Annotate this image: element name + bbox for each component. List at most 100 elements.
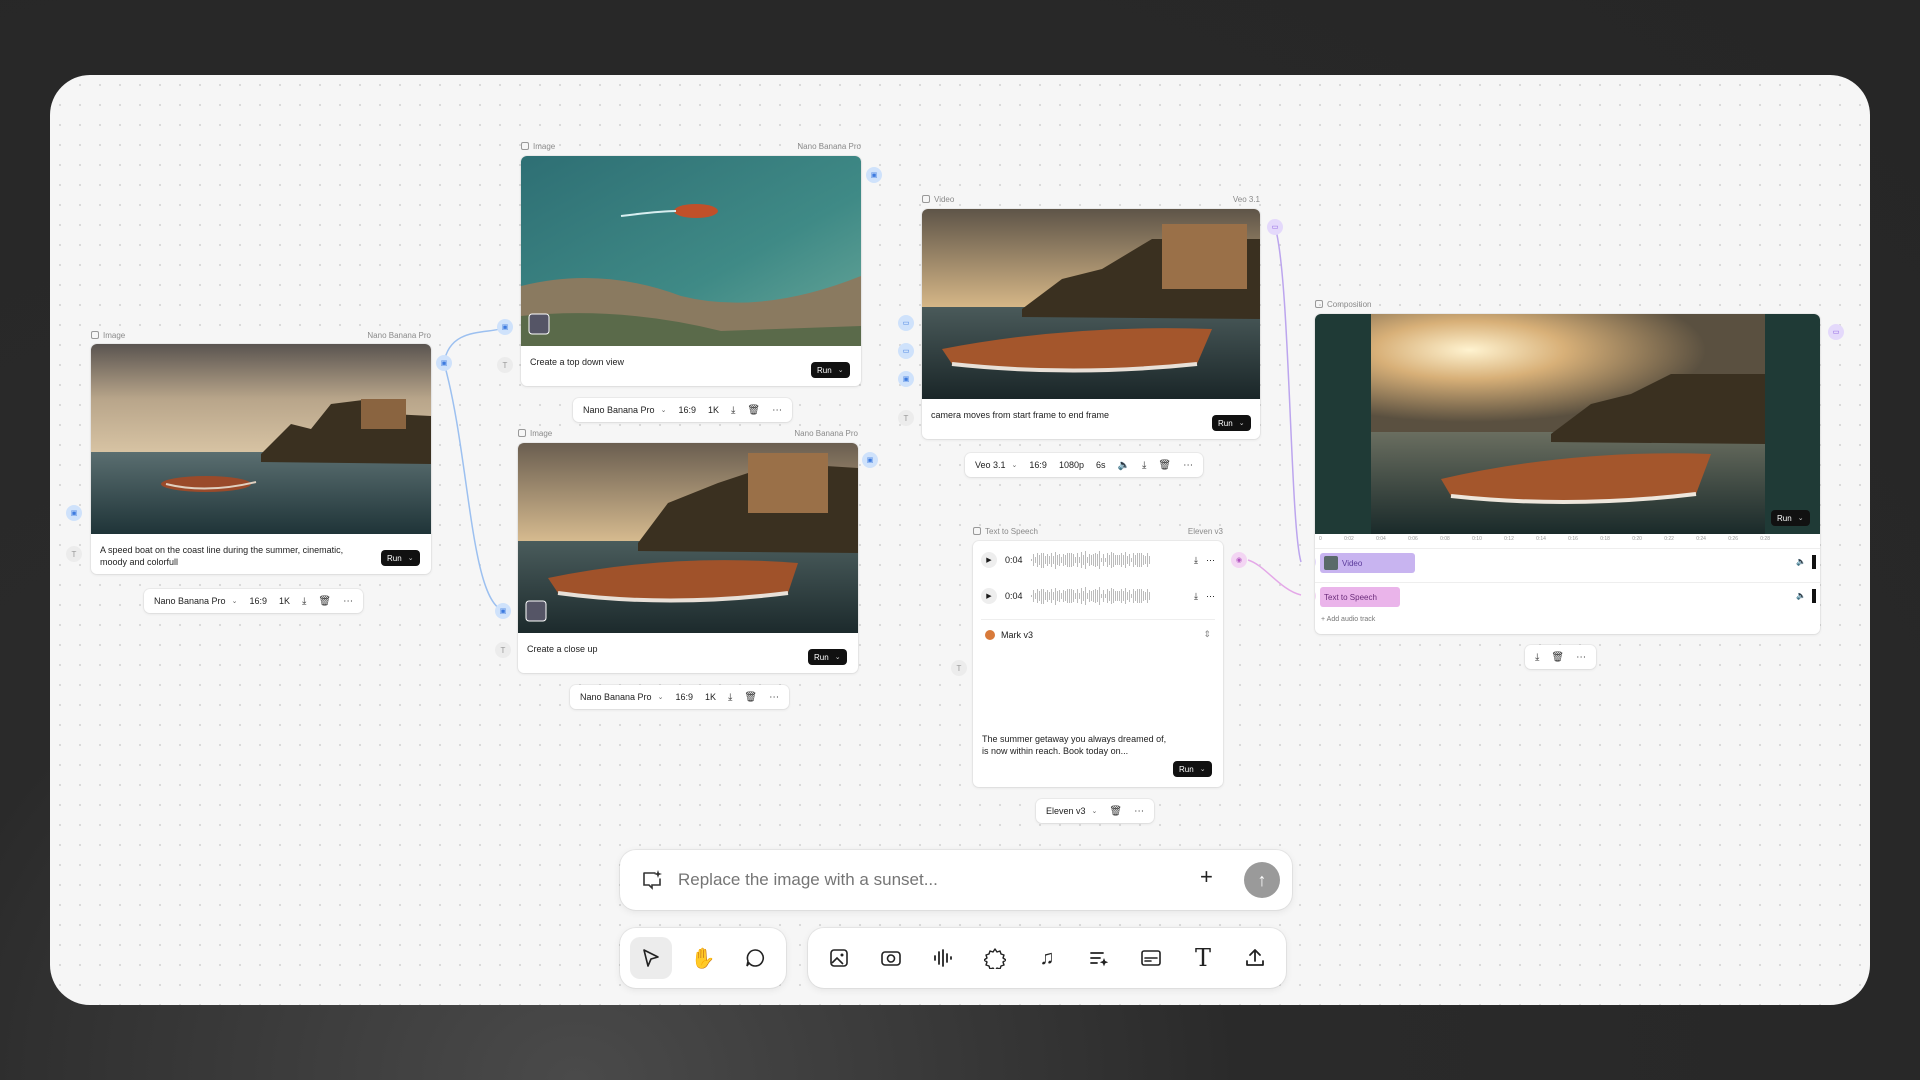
download-icon[interactable]: ⤓ xyxy=(1535,652,1539,663)
image1-output-handle[interactable]: ▣ xyxy=(436,355,452,371)
track-video[interactable]: ▭ Video 🔈 xyxy=(1315,548,1820,574)
ratio-select[interactable]: 16:9 xyxy=(249,596,267,606)
video-output-handle[interactable]: ▭ xyxy=(1267,219,1283,235)
timeline-ruler[interactable]: 0 0:02 0:04 0:06 0:08 0:10 0:12 0:14 0:16 0:18 0:2… xyxy=(1319,536,1770,546)
audio-clip-row[interactable]: ▶ 0:04 ⤓ ⋯ xyxy=(981,549,1215,571)
more-icon[interactable]: ⋯ xyxy=(1206,555,1215,566)
text-node-icon[interactable]: T xyxy=(951,660,967,676)
audio-clip-row[interactable]: ▶ 0:04 ⤓ ⋯ xyxy=(981,585,1215,607)
text-T-icon[interactable]: T xyxy=(1182,937,1224,979)
composition-run-button[interactable]: Run ⌄ xyxy=(1771,510,1810,526)
image1-prompt[interactable]: A speed boat on the coast line during th… xyxy=(100,544,360,568)
model-select[interactable]: Nano Banana Pro ⌄ xyxy=(580,692,663,702)
download-icon[interactable]: ⤓ xyxy=(1142,460,1146,471)
image2-input-handle[interactable]: ▣ xyxy=(497,319,513,335)
video-reference-handle[interactable]: ▣ xyxy=(898,371,914,387)
resolution-select[interactable]: 1K xyxy=(279,596,290,606)
image1-run-button[interactable]: Run ⌄ xyxy=(381,550,420,566)
volume-icon[interactable]: 🔈 xyxy=(1796,557,1806,566)
image2-prompt[interactable]: Create a top down view xyxy=(530,356,624,368)
image1-card[interactable]: A speed boat on the coast line during th… xyxy=(91,344,431,574)
ratio-select[interactable]: 16:9 xyxy=(678,405,696,415)
tts-output-handle[interactable]: ◉ xyxy=(1231,552,1247,568)
image2-output-handle[interactable]: ▣ xyxy=(866,167,882,183)
model-select[interactable]: Eleven v3 ⌄ xyxy=(1046,806,1097,816)
track-audio[interactable]: ◉ Text to Speech 🔈 xyxy=(1315,582,1820,608)
model-select[interactable]: Veo 3.1 ⌄ xyxy=(975,460,1017,470)
music-note-icon[interactable]: ♫ xyxy=(1026,937,1068,979)
download-icon[interactable]: ⤓ xyxy=(302,596,306,607)
composition-card[interactable]: Run ⌄ 0 0:02 0:04 0:06 0:08 0:10 0:12 0:14 0:16 0:… xyxy=(1315,314,1820,634)
image3-card[interactable]: Create a close up Run ⌄ xyxy=(518,443,858,673)
text-node-icon[interactable]: T xyxy=(495,642,511,658)
text-node-icon[interactable]: T xyxy=(898,410,914,426)
more-icon[interactable]: ⋯ xyxy=(343,596,353,607)
volume-icon[interactable]: 🔈 xyxy=(1117,460,1129,471)
track-audio-input-handle[interactable]: ◉ xyxy=(1315,588,1316,604)
prompt-input[interactable] xyxy=(678,866,1178,894)
more-icon[interactable]: ⋯ xyxy=(1576,652,1586,663)
video-clip[interactable]: Video xyxy=(1320,553,1415,573)
image1-input-handle[interactable]: ▣ xyxy=(66,505,82,521)
select-pointer-icon[interactable] xyxy=(630,937,672,979)
ratio-select[interactable]: 16:9 xyxy=(675,692,693,702)
trash-icon[interactable]: 🗑 xyxy=(744,692,757,703)
more-icon[interactable]: ⋯ xyxy=(769,692,779,703)
comment-icon[interactable] xyxy=(734,937,776,979)
ratio-select[interactable]: 16:9 xyxy=(1029,460,1047,470)
video-card[interactable]: camera moves from start frame to end fra… xyxy=(922,209,1260,439)
image3-output-handle[interactable]: ▣ xyxy=(862,452,878,468)
duration-select[interactable]: 6s xyxy=(1096,460,1106,470)
more-icon[interactable]: ⋯ xyxy=(772,405,782,416)
composition-output-handle[interactable]: ▭ xyxy=(1828,324,1844,340)
text-node-icon[interactable]: T xyxy=(66,546,82,562)
image-icon[interactable] xyxy=(818,937,860,979)
video-end-frame-handle[interactable]: ▭ xyxy=(898,343,914,359)
audio-waveform-icon[interactable] xyxy=(922,937,964,979)
video-prompt[interactable]: camera moves from start frame to end fra… xyxy=(931,409,1109,421)
more-icon[interactable]: ⋯ xyxy=(1206,591,1215,602)
tts-prompt[interactable]: The summer getaway you always dreamed of… xyxy=(982,733,1172,757)
more-icon[interactable]: ⋯ xyxy=(1134,806,1144,817)
video-start-frame-handle[interactable]: ▭ xyxy=(898,315,914,331)
trash-icon[interactable]: 🗑 xyxy=(1109,806,1122,817)
image3-prompt[interactable]: Create a close up xyxy=(527,643,598,655)
plus-icon[interactable]: + xyxy=(1200,864,1213,890)
trash-icon[interactable]: 🗑 xyxy=(1158,460,1171,471)
video-run-button[interactable]: Run ⌄ xyxy=(1212,415,1251,431)
trash-icon[interactable]: 🗑 xyxy=(1551,652,1564,663)
more-icon[interactable]: ⋯ xyxy=(1183,460,1193,471)
model-select[interactable]: Nano Banana Pro ⌄ xyxy=(583,405,666,415)
voice-select[interactable]: Mark v3 ⇕ xyxy=(985,629,1211,640)
image2-card[interactable]: Create a top down view Run ⌄ xyxy=(521,156,861,386)
audio-clip[interactable]: Text to Speech xyxy=(1320,587,1400,607)
image2-run-button[interactable]: Run ⌄ xyxy=(811,362,850,378)
resolution-select[interactable]: 1K xyxy=(708,405,719,415)
download-icon[interactable]: ⤓ xyxy=(1194,591,1198,602)
download-icon[interactable]: ⤓ xyxy=(731,405,735,416)
text-sparkle-icon[interactable] xyxy=(1078,937,1120,979)
composition-icon[interactable] xyxy=(1130,937,1172,979)
play-icon[interactable]: ▶ xyxy=(981,552,997,568)
tts-card[interactable]: ▶ 0:04 ⤓ ⋯ ▶ 0:04 ⤓ ⋯ Mark v3 ⇕ The summ… xyxy=(973,541,1223,787)
resolution-select[interactable]: 1080p xyxy=(1059,460,1084,470)
upload-icon[interactable] xyxy=(1234,937,1276,979)
image3-run-button[interactable]: Run ⌄ xyxy=(808,649,847,665)
volume-icon[interactable]: 🔈 xyxy=(1796,591,1806,600)
video-camera-icon[interactable] xyxy=(870,937,912,979)
settings-gear-icon[interactable] xyxy=(974,937,1016,979)
track-video-input-handle[interactable]: ▭ xyxy=(1315,554,1316,570)
tts-run-button[interactable]: Run ⌄ xyxy=(1173,761,1212,777)
trash-icon[interactable]: 🗑 xyxy=(318,596,331,607)
trash-icon[interactable]: 🗑 xyxy=(747,405,760,416)
download-icon[interactable]: ⤓ xyxy=(1194,555,1198,566)
download-icon[interactable]: ⤓ xyxy=(728,692,732,703)
send-button[interactable]: ↑ xyxy=(1244,862,1280,898)
play-icon[interactable]: ▶ xyxy=(981,588,997,604)
text-node-icon[interactable]: T xyxy=(497,357,513,373)
add-audio-track-button[interactable]: + Add audio track xyxy=(1321,616,1375,623)
image3-input-handle[interactable]: ▣ xyxy=(495,603,511,619)
model-select[interactable]: Nano Banana Pro ⌄ xyxy=(154,596,237,606)
hand-icon[interactable]: ✋ xyxy=(682,937,724,979)
resolution-select[interactable]: 1K xyxy=(705,692,716,702)
